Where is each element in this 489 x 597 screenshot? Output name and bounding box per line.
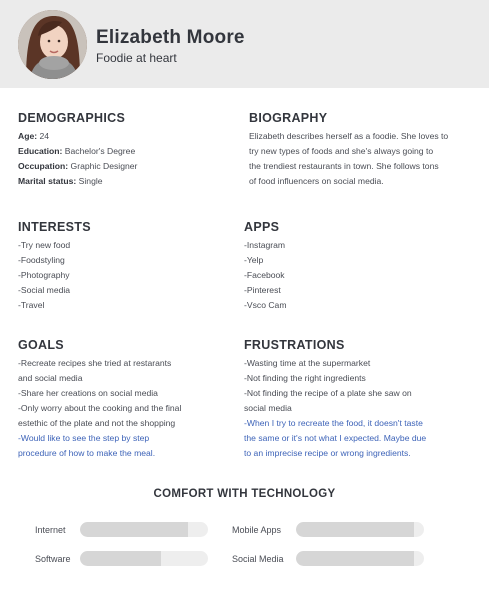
frustration-line-highlight: to an imprecise recipe or wrong ingredie… <box>244 448 411 458</box>
goal-line: -Recreate recipes she tried at restarant… <box>18 358 172 368</box>
app-item: -Yelp <box>244 255 264 265</box>
tech-bar-software <box>80 551 208 566</box>
tech-bar-fill <box>296 551 414 566</box>
biography-line: Elizabeth describes herself as a foodie.… <box>249 131 449 141</box>
interest-item: -Photography <box>18 270 70 280</box>
frustration-line: -Not finding the recipe of a plate she s… <box>244 388 412 398</box>
goals-title: GOALS <box>18 338 64 352</box>
interest-item: -Try new food <box>18 240 71 250</box>
goal-line: estethic of the plate and not the shoppi… <box>18 418 176 428</box>
tech-bar-fill <box>80 522 188 537</box>
interests-list: -Try new food -Foodstyling -Photography … <box>18 238 70 313</box>
app-item: -Vsco Cam <box>244 300 287 310</box>
tech-label-mobile-apps: Mobile Apps <box>232 525 282 535</box>
portrait-image <box>18 10 87 79</box>
profile-tagline: Foodie at heart <box>96 51 177 65</box>
interest-item: -Social media <box>18 285 71 295</box>
tech-label-social-media: Social Media <box>232 554 284 564</box>
interests-title: INTERESTS <box>18 220 91 234</box>
goal-line-highlight: -Would like to see the step by step <box>18 433 150 443</box>
tech-label-software: Software <box>35 554 71 564</box>
app-item: -Pinterest <box>244 285 281 295</box>
demographics-age: Age: 24 <box>18 131 50 141</box>
tech-label-internet: Internet <box>35 525 66 535</box>
biography-line: of food influencers on social media. <box>249 176 384 186</box>
frustration-line: -Not finding the right ingredients <box>244 373 366 383</box>
biography-line: try new types of foods and she's always … <box>249 146 434 156</box>
goal-line-highlight: procedure of how to make the meal. <box>18 448 156 458</box>
tech-bar-fill <box>296 522 414 537</box>
goal-line: -Only worry about the cooking and the fi… <box>18 403 182 413</box>
goal-line: and social media <box>18 373 83 383</box>
goal-line: -Share her creations on social media <box>18 388 158 398</box>
biography-title: BIOGRAPHY <box>249 111 328 125</box>
tech-bar-internet <box>80 522 208 537</box>
frustration-line-highlight: -When I try to recreate the food, it doe… <box>244 418 423 428</box>
tech-bar-social-media <box>296 551 424 566</box>
apps-title: APPS <box>244 220 280 234</box>
demographics-education: Education: Bachelor's Degree <box>18 146 136 156</box>
app-item: -Instagram <box>244 240 286 250</box>
profile-name: Elizabeth Moore <box>96 27 245 48</box>
app-item: -Facebook <box>244 270 285 280</box>
apps-list: -Instagram -Yelp -Facebook -Pinterest -V… <box>244 238 287 313</box>
demographics-marital-status: Marital status: Single <box>18 176 103 186</box>
demographics-occupation: Occupation: Graphic Designer <box>18 161 138 171</box>
biography-line: the trendiest restaurants in town. She f… <box>249 161 439 171</box>
profile-header: Elizabeth Moore Foodie at heart <box>0 0 489 88</box>
frustrations-title: FRUSTRATIONS <box>244 338 345 352</box>
frustration-line: social media <box>244 403 292 413</box>
biography-text: Elizabeth describes herself as a foodie.… <box>249 129 448 189</box>
tech-bar-mobile-apps <box>296 522 424 537</box>
frustration-line: -Wasting time at the supermarket <box>244 358 371 368</box>
interest-item: -Foodstyling <box>18 255 65 265</box>
goals-list: -Recreate recipes she tried at restarant… <box>18 356 181 461</box>
frustration-line-highlight: the same or it's not what I expected. Ma… <box>244 433 427 443</box>
technology-title: COMFORT WITH TECHNOLOGY <box>153 488 336 500</box>
interest-item: -Travel <box>18 300 45 310</box>
avatar <box>18 10 87 79</box>
frustrations-list: -Wasting time at the supermarket -Not fi… <box>244 356 426 461</box>
demographics-list: Age: 24 Education: Bachelor's Degree Occ… <box>18 129 137 189</box>
tech-bar-fill <box>80 551 161 566</box>
demographics-title: DEMOGRAPHICS <box>18 111 126 125</box>
